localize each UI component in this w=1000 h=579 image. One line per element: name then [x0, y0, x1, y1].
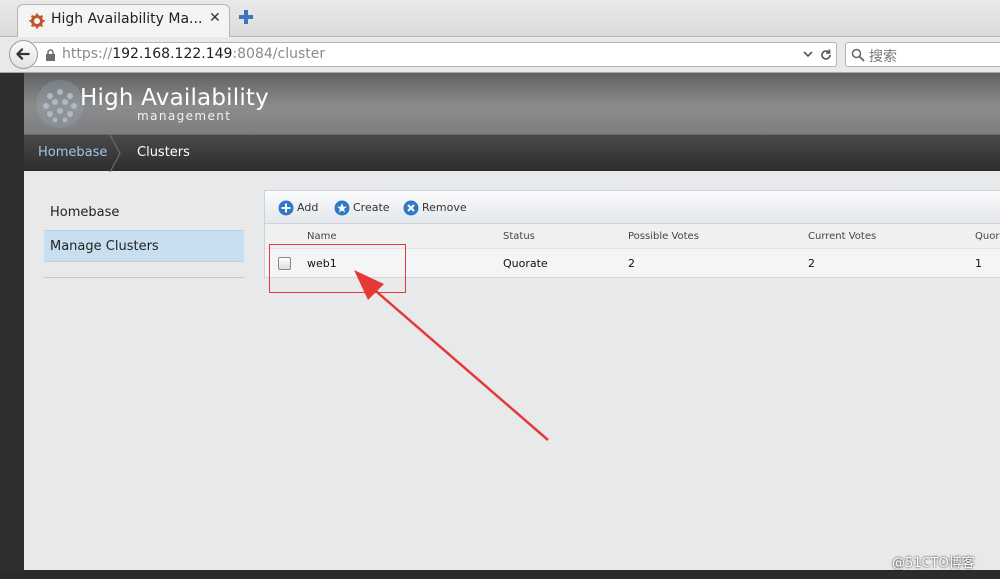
url-scheme: https://: [62, 46, 113, 62]
reload-icon[interactable]: [819, 48, 833, 62]
create-button-label: Create: [353, 201, 390, 214]
url-host: 192.168.122.149: [112, 46, 233, 62]
search-icon: [851, 48, 865, 62]
back-arrow-icon: [16, 48, 30, 60]
cluster-logo-icon: [36, 80, 84, 128]
app-title: High Availability: [80, 85, 269, 111]
new-tab-plus-icon[interactable]: [238, 9, 254, 25]
column-header-name[interactable]: Name: [307, 231, 337, 242]
breadcrumb-current: Clusters: [137, 145, 190, 160]
window-left-edge: [0, 73, 24, 579]
search-input[interactable]: 搜索: [845, 42, 1000, 67]
gear-icon: [29, 13, 45, 29]
app-banner: High Availability management: [24, 73, 1000, 134]
clusters-toolbar: Add Create Remove: [265, 191, 1000, 224]
breadcrumb-separator-icon: [109, 135, 121, 172]
browser-nav-bar: https://192.168.122.149:8084/cluster 搜索: [0, 37, 1000, 73]
star-circle-icon: [334, 200, 350, 216]
url-bar[interactable]: https://192.168.122.149:8084/cluster: [33, 42, 837, 67]
column-header-current-votes[interactable]: Current Votes: [808, 231, 876, 242]
browser-tab[interactable]: High Availability Ma... ✕: [17, 4, 230, 38]
add-button-label: Add: [297, 201, 319, 214]
breadcrumb-homebase-link[interactable]: Homebase: [38, 145, 107, 160]
sidebar-item-homebase[interactable]: Homebase: [44, 197, 244, 229]
x-circle-icon: [403, 200, 419, 216]
browser-tab-bar: High Availability Ma... ✕: [0, 0, 1000, 38]
cell-current-votes: 2: [808, 257, 815, 270]
url-text: https://192.168.122.149:8084/cluster: [62, 46, 325, 62]
plus-circle-icon: [278, 200, 294, 216]
app-subtitle: management: [137, 109, 232, 123]
column-header-quorum[interactable]: Quoru: [975, 231, 1000, 242]
chevron-down-icon[interactable]: [802, 48, 814, 60]
sidebar-item-manage-clusters[interactable]: Manage Clusters: [44, 230, 244, 262]
url-path: :8084/cluster: [232, 46, 326, 62]
watermark: @51CTO博客: [892, 556, 975, 571]
lock-icon: [46, 49, 55, 61]
back-button[interactable]: [9, 40, 38, 69]
annotation-arrow-icon: [354, 270, 549, 441]
tab-title: High Availability Ma...: [51, 11, 203, 27]
cell-possible-votes: 2: [628, 257, 635, 270]
column-header-status[interactable]: Status: [503, 231, 535, 242]
search-placeholder: 搜索: [869, 49, 897, 65]
close-tab-icon[interactable]: ✕: [209, 10, 221, 26]
cell-quorum: 1: [975, 257, 982, 270]
breadcrumb: Homebase Clusters: [24, 134, 1000, 172]
window-bottom-edge: [0, 570, 1000, 579]
remove-button-label: Remove: [422, 201, 467, 214]
column-header-possible-votes[interactable]: Possible Votes: [628, 231, 699, 242]
sidebar-divider: [44, 277, 244, 278]
